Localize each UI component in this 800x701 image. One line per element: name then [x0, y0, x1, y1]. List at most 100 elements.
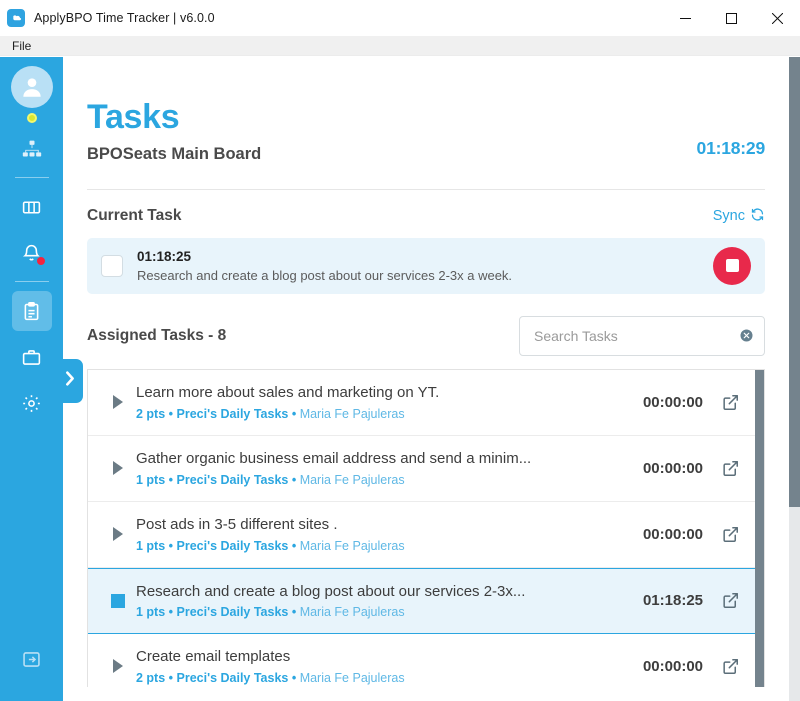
play-triangle-icon [113, 395, 123, 410]
assigned-tasks-header: Assigned Tasks - 8 [87, 315, 765, 356]
play-triangle-icon [113, 659, 123, 674]
task-list-scrollbar[interactable] [755, 369, 764, 687]
sidebar-divider-2 [14, 281, 49, 282]
notification-badge [35, 256, 46, 266]
task-row[interactable]: Learn more about sales and marketing on … [88, 369, 755, 436]
task-meta: 1 pts • Preci's Daily Tasks • Maria Fe P… [136, 605, 643, 619]
meta-separator: • [288, 472, 300, 487]
sidebar-item-board[interactable] [12, 187, 52, 227]
task-time: 00:00:00 [642, 657, 703, 675]
play-task-button[interactable] [100, 527, 136, 542]
content: Tasks BPOSeats Main Board 01:18:29 Curre… [63, 57, 789, 687]
avatar[interactable] [10, 66, 53, 108]
task-project: Preci's Daily Tasks [176, 406, 289, 421]
open-task-button[interactable] [719, 393, 741, 412]
task-time: 00:00:00 [642, 393, 703, 411]
current-task-header: Current Task Sync [87, 207, 765, 226]
page-header-texts: Tasks BPOSeats Main Board [87, 99, 261, 164]
external-link-icon [722, 460, 738, 476]
logout-icon[interactable] [12, 639, 52, 679]
minimize-button[interactable] [662, 0, 708, 36]
current-task-checkbox[interactable] [101, 254, 123, 277]
page-title: Tasks [87, 98, 180, 136]
task-title: Research and create a blog post about ou… [136, 582, 526, 600]
task-meta: 2 pts • Preci's Daily Tasks • Maria Fe P… [136, 407, 643, 421]
header-divider [87, 188, 765, 190]
meta-separator: • [165, 605, 177, 620]
task-title: Learn more about sales and marketing on … [136, 384, 440, 402]
task-time: 01:18:25 [642, 592, 703, 610]
meta-separator: • [165, 472, 177, 487]
title-bar-left: ApplyBPO Time Tracker | v6.0.0 [0, 8, 215, 27]
meta-separator: • [288, 538, 300, 553]
open-task-button[interactable] [719, 591, 741, 610]
task-main: Learn more about sales and marketing on … [136, 383, 643, 421]
task-title: Post ads in 3-5 different sites . [136, 516, 338, 534]
open-task-button[interactable] [719, 525, 741, 544]
task-meta: 1 pts • Preci's Daily Tasks • Maria Fe P… [136, 473, 643, 487]
sidebar-item-org-chart[interactable] [12, 129, 52, 169]
page-scrollbar[interactable] [789, 57, 800, 701]
meta-separator: • [288, 406, 300, 421]
task-assignee: Maria Fe Pajuleras [299, 406, 405, 421]
play-task-button[interactable] [100, 461, 136, 476]
task-assignee: Maria Fe Pajuleras [299, 538, 405, 553]
sidebar-item-notifications[interactable] [12, 233, 52, 273]
sidebar-item-tasks[interactable] [11, 291, 52, 331]
body-area: Tasks BPOSeats Main Board 01:18:29 Curre… [0, 57, 800, 701]
stop-task-button[interactable] [100, 593, 136, 608]
page-subtitle: BPOSeats Main Board [87, 144, 262, 163]
window-title: ApplyBPO Time Tracker | v6.0.0 [34, 10, 215, 25]
task-row[interactable]: Post ads in 3-5 different sites . 1 pts •… [88, 501, 755, 568]
meta-separator: • [165, 538, 177, 553]
sidebar-item-settings[interactable] [12, 383, 52, 423]
task-main: Create email templates 2 pts • Preci's Da… [136, 647, 643, 685]
sync-button[interactable]: Sync [713, 207, 765, 226]
task-main: Gather organic business email address an… [136, 449, 643, 487]
task-assignee: Maria Fe Pajuleras [299, 605, 405, 620]
application-window: ApplyBPO Time Tracker | v6.0.0 File Task… [0, 0, 800, 701]
menu-item-file[interactable]: File [8, 36, 35, 56]
status-dot [26, 113, 37, 123]
task-meta: 1 pts • Preci's Daily Tasks • Maria Fe P… [136, 539, 643, 553]
search-input[interactable] [534, 327, 739, 344]
play-task-button[interactable] [100, 659, 136, 674]
meta-separator: • [165, 670, 177, 685]
current-task-texts: 01:18:25 Research and create a blog post… [137, 249, 713, 283]
clear-circle-icon[interactable] [739, 328, 754, 343]
search-tasks-box[interactable] [519, 315, 765, 356]
task-time: 00:00:00 [642, 459, 703, 477]
task-row[interactable]: Research and create a blog post about ou… [88, 567, 755, 634]
task-project: Preci's Daily Tasks [176, 605, 289, 620]
task-title: Gather organic business email address an… [136, 450, 532, 468]
external-link-icon [722, 394, 738, 410]
task-time: 00:00:00 [642, 525, 703, 543]
play-task-button[interactable] [100, 395, 136, 410]
task-list-scroll-thumb[interactable] [755, 369, 764, 687]
open-task-button[interactable] [719, 459, 741, 478]
open-task-button[interactable] [719, 657, 741, 676]
external-link-icon [722, 526, 738, 542]
page-scroll-thumb[interactable] [789, 57, 800, 507]
current-task-description: Research and create a blog post about ou… [137, 267, 513, 283]
sidebar-item-work[interactable] [12, 337, 52, 377]
sidebar-divider-1 [14, 177, 49, 178]
task-project: Preci's Daily Tasks [176, 538, 289, 553]
task-points: 1 pts [136, 538, 166, 553]
sidebar-expand-button[interactable] [57, 359, 83, 403]
task-points: 2 pts [136, 670, 166, 685]
current-task-card[interactable]: 01:18:25 Research and create a blog post… [87, 237, 765, 294]
close-button[interactable] [754, 0, 800, 36]
current-task-time: 01:18:25 [137, 248, 192, 264]
meta-separator: • [288, 670, 300, 685]
main-panel: Tasks BPOSeats Main Board 01:18:29 Curre… [63, 57, 789, 701]
stop-timer-button[interactable] [713, 246, 751, 285]
task-row[interactable]: Gather organic business email address an… [88, 435, 755, 502]
task-main: Post ads in 3-5 different sites . 1 pts •… [136, 515, 643, 553]
cloud-icon [7, 8, 25, 27]
task-row[interactable]: Create email templates 2 pts • Preci's Da… [88, 633, 755, 687]
maximize-button[interactable] [708, 0, 754, 36]
sidebar [0, 57, 63, 701]
current-task-label: Current Task [87, 207, 182, 225]
task-list: Learn more about sales and marketing on … [88, 369, 755, 687]
